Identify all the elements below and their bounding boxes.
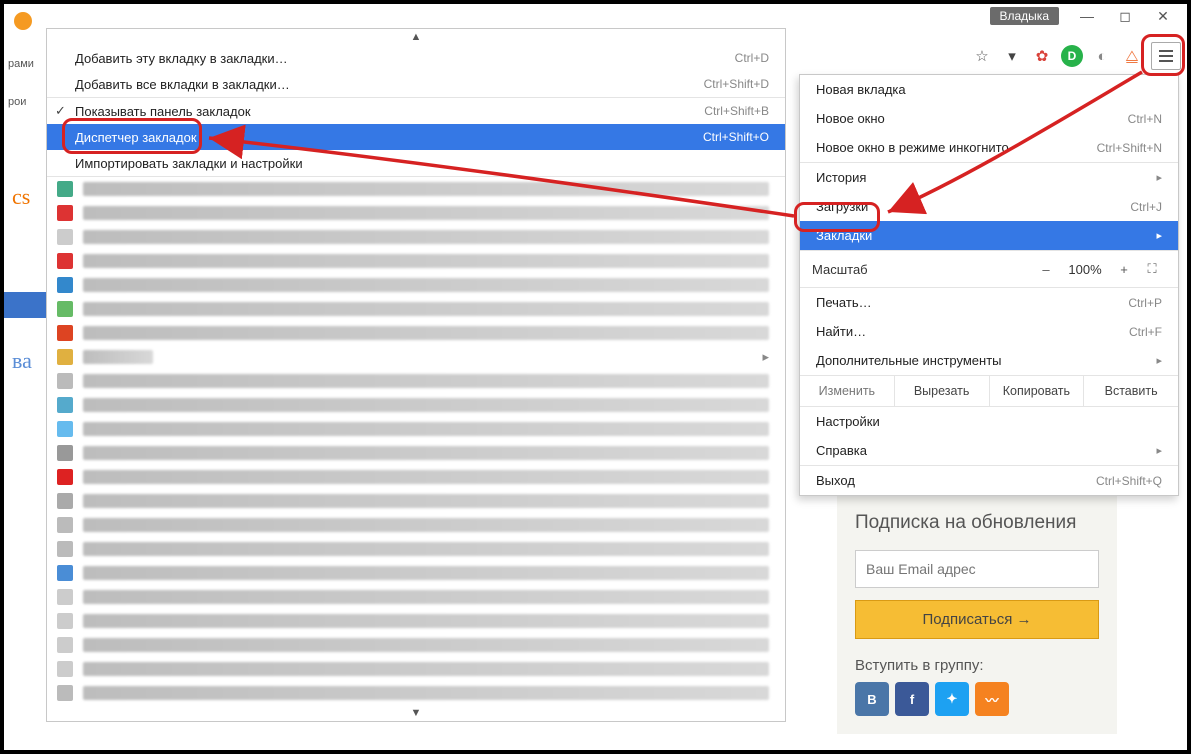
menu-history[interactable]: История (800, 163, 1178, 192)
bookmark-item[interactable] (47, 609, 785, 633)
close-window-button[interactable]: ✕ (1145, 5, 1181, 27)
menu-bookmarks[interactable]: Закладки (800, 221, 1178, 250)
submenu-scroll-down[interactable]: ▼ (47, 705, 785, 721)
submenu-add-tab[interactable]: Добавить эту вкладку в закладки… Ctrl+D (47, 45, 785, 71)
menu-edit-row: Изменить Вырезать Копировать Вставить (800, 375, 1178, 407)
bookmark-item[interactable] (47, 177, 785, 201)
subscribe-panel: Подписка на обновления Подписаться → Вст… (837, 494, 1117, 734)
subscribe-button[interactable]: Подписаться → (855, 600, 1099, 639)
menu-new-window[interactable]: Новое окно Ctrl+N (800, 104, 1178, 133)
submenu-scroll-up[interactable]: ▲ (47, 29, 785, 45)
star-icon[interactable]: ☆ (971, 45, 993, 67)
bookmark-item[interactable] (47, 513, 785, 537)
menu-new-tab[interactable]: Новая вкладка (800, 75, 1178, 104)
bookmark-item[interactable] (47, 417, 785, 441)
menu-help[interactable]: Справка (800, 436, 1178, 465)
menu-find[interactable]: Найти… Ctrl+F (800, 317, 1178, 346)
hamburger-menu-button[interactable] (1151, 42, 1181, 70)
social-rss-icon[interactable]: 〰 (975, 682, 1009, 716)
bookmark-item[interactable] (47, 297, 785, 321)
main-menu: Новая вкладка Новое окно Ctrl+N Новое ок… (799, 74, 1179, 496)
bookmark-item[interactable] (47, 321, 785, 345)
extension-icon-4[interactable]: ⧋ (1121, 45, 1143, 67)
bookmark-item[interactable] (47, 465, 785, 489)
browser-toolbar-right: ☆ ▾ ✿ D ◐ ⧋ (971, 42, 1181, 70)
submenu-import[interactable]: Импортировать закладки и настройки (47, 150, 785, 176)
minimize-button[interactable]: — (1069, 5, 1105, 27)
pocket-icon[interactable]: ▾ (1001, 45, 1023, 67)
menu-incognito[interactable]: Новое окно в режиме инкогнито Ctrl+Shift… (800, 133, 1178, 162)
bookmark-item[interactable] (47, 201, 785, 225)
menu-downloads[interactable]: Загрузки Ctrl+J (800, 192, 1178, 221)
submenu-add-all[interactable]: Добавить все вкладки в закладки… Ctrl+Sh… (47, 71, 785, 97)
bookmark-item[interactable] (47, 585, 785, 609)
fullscreen-button[interactable]: ⛶ (1138, 261, 1166, 277)
social-row: B f ✦ 〰 (855, 682, 1099, 716)
zoom-value: 100% (1060, 262, 1110, 277)
social-twitter-icon[interactable]: ✦ (935, 682, 969, 716)
bookmark-item[interactable] (47, 249, 785, 273)
maximize-button[interactable]: ◻ (1107, 5, 1143, 27)
bookmark-item[interactable] (47, 537, 785, 561)
bookmark-item[interactable] (47, 369, 785, 393)
extension-icon-3[interactable]: ◐ (1091, 45, 1113, 67)
submenu-show-bar[interactable]: Показывать панель закладок Ctrl+Shift+B (47, 98, 785, 124)
extension-icon-2[interactable]: D (1061, 45, 1083, 67)
submenu-bookmark-manager[interactable]: Диспетчер закладок Ctrl+Shift+O (47, 124, 785, 150)
bookmark-item[interactable] (47, 393, 785, 417)
join-group-label: Вступить в группу: (855, 657, 1099, 674)
extension-icon-1[interactable]: ✿ (1031, 45, 1053, 67)
menu-cut[interactable]: Вырезать (895, 376, 990, 406)
bookmark-folder[interactable] (47, 345, 785, 369)
bookmark-item[interactable] (47, 489, 785, 513)
social-vk-icon[interactable]: B (855, 682, 889, 716)
bookmarks-submenu: ▲ Добавить эту вкладку в закладки… Ctrl+… (46, 28, 786, 722)
menu-zoom-row: Масштаб – 100% + ⛶ (800, 251, 1178, 287)
social-facebook-icon[interactable]: f (895, 682, 929, 716)
bookmark-item[interactable] (47, 657, 785, 681)
bookmark-item[interactable] (47, 225, 785, 249)
zoom-out-button[interactable]: – (1032, 257, 1060, 281)
page-left-strip: рами рои (4, 54, 46, 750)
menu-paste[interactable]: Вставить (1084, 376, 1178, 406)
subscribe-email-input[interactable] (855, 550, 1099, 588)
bookmark-item[interactable] (47, 633, 785, 657)
menu-settings[interactable]: Настройки (800, 407, 1178, 436)
bookmark-item[interactable] (47, 441, 785, 465)
window-controls: Владыка — ◻ ✕ (990, 4, 1188, 28)
subscribe-title: Подписка на обновления (855, 512, 1099, 534)
zoom-in-button[interactable]: + (1110, 257, 1138, 281)
user-badge: Владыка (990, 7, 1060, 25)
menu-print[interactable]: Печать… Ctrl+P (800, 288, 1178, 317)
menu-copy[interactable]: Копировать (990, 376, 1085, 406)
menu-exit[interactable]: Выход Ctrl+Shift+Q (800, 466, 1178, 495)
bookmark-item[interactable] (47, 681, 785, 705)
bookmark-item[interactable] (47, 561, 785, 585)
bookmark-item[interactable] (47, 273, 785, 297)
menu-more-tools[interactable]: Дополнительные инструменты (800, 346, 1178, 375)
active-tab-favicon (14, 12, 32, 30)
